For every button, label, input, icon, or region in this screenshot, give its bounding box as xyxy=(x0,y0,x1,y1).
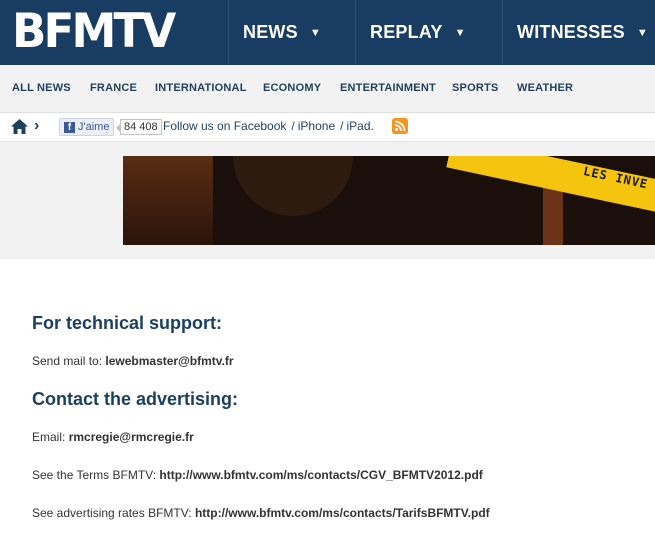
facebook-like-label: J'aime xyxy=(78,121,110,133)
link-separator: / xyxy=(291,119,295,133)
subnav-weather[interactable]: WEATHER xyxy=(517,82,573,94)
terms-link[interactable]: http://www.bfmtv.com/ms/contacts/CGV_BFM… xyxy=(159,468,482,482)
caret-down-icon: ▼ xyxy=(454,26,466,39)
support-prefix: Send mail to: xyxy=(32,354,103,368)
nav-replay[interactable]: REPLAY ▼ xyxy=(356,0,502,65)
facebook-like-count: 84 408 xyxy=(116,119,162,135)
follow-facebook-link[interactable]: Follow us on Facebook xyxy=(163,119,286,133)
rss-icon[interactable] xyxy=(392,118,408,134)
nav-replay-label: REPLAY xyxy=(370,22,443,42)
social-bar: › f J'aime 84 408 Follow us on Facebook /… xyxy=(0,113,655,142)
facebook-like-button[interactable]: f J'aime xyxy=(59,118,114,136)
chevron-right-icon: › xyxy=(34,117,40,134)
rates-prefix: See advertising rates BFMTV: xyxy=(32,506,192,520)
terms-prefix: See the Terms BFMTV: xyxy=(32,468,157,482)
advertising-heading: Contact the advertising: xyxy=(32,389,239,409)
email-prefix: Email: xyxy=(32,430,66,444)
main-nav: NEWS ▼ REPLAY ▼ WITNESSES ▼ xyxy=(228,0,655,65)
facebook-icon: f xyxy=(64,121,75,133)
nav-news-label: NEWS xyxy=(243,22,298,42)
site-logo[interactable]: BFMTV xyxy=(12,8,176,55)
advertising-email-link[interactable]: rmcregie@rmcregie.fr xyxy=(69,430,194,444)
email-line: Email: rmcregie@rmcregie.fr xyxy=(32,430,194,444)
rates-line: See advertising rates BFMTV: http://www.… xyxy=(32,506,490,520)
nav-witnesses[interactable]: WITNESSES ▼ xyxy=(503,0,655,65)
caret-down-icon: ▼ xyxy=(636,26,648,39)
support-line: Send mail to: lewebmaster@bfmtv.fr xyxy=(32,354,234,368)
banner-image-shape xyxy=(123,156,213,245)
subnav-sports[interactable]: SPORTS xyxy=(452,82,498,94)
support-email-link[interactable]: lewebmaster@bfmtv.fr xyxy=(105,354,233,368)
advertising-banner[interactable]: LES INVE xyxy=(123,156,655,245)
ipad-link[interactable]: iPad xyxy=(346,119,370,133)
subnav-france[interactable]: FRANCE xyxy=(90,82,137,94)
rates-link[interactable]: http://www.bfmtv.com/ms/contacts/TarifsB… xyxy=(195,506,490,520)
support-heading: For technical support: xyxy=(32,313,223,333)
caret-down-icon: ▼ xyxy=(309,26,321,39)
subnav-economy[interactable]: ECONOMY xyxy=(263,82,321,94)
follow-links: Follow us on Facebook / iPhone / iPad. xyxy=(163,119,374,133)
link-separator: / xyxy=(340,119,344,133)
subnav-international[interactable]: INTERNATIONAL xyxy=(155,82,247,94)
subnav-all-news[interactable]: ALL NEWS xyxy=(12,82,71,94)
home-icon[interactable] xyxy=(11,119,28,134)
site-header: BFMTV NEWS ▼ REPLAY ▼ WITNESSES ▼ xyxy=(0,0,655,65)
terms-line: See the Terms BFMTV: http://www.bfmtv.co… xyxy=(32,468,483,482)
link-end-dot: . xyxy=(370,119,374,133)
banner-area: LES INVE xyxy=(0,142,655,259)
iphone-link[interactable]: iPhone xyxy=(298,119,335,133)
nav-news[interactable]: NEWS ▼ xyxy=(229,0,355,65)
sub-nav: ALL NEWS FRANCE INTERNATIONAL ECONOMY EN… xyxy=(0,65,655,113)
subnav-entertainment[interactable]: ENTERTAINMENT xyxy=(340,82,436,94)
nav-witnesses-label: WITNESSES xyxy=(517,22,625,42)
banner-image-shape xyxy=(233,156,353,216)
